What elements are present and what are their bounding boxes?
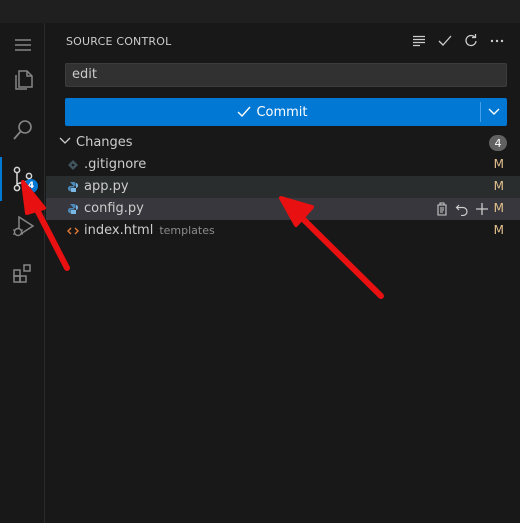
annotation-arrow-activity <box>21 180 70 271</box>
annotation-arrow-files <box>279 196 384 299</box>
annotation-arrows <box>21 180 384 299</box>
